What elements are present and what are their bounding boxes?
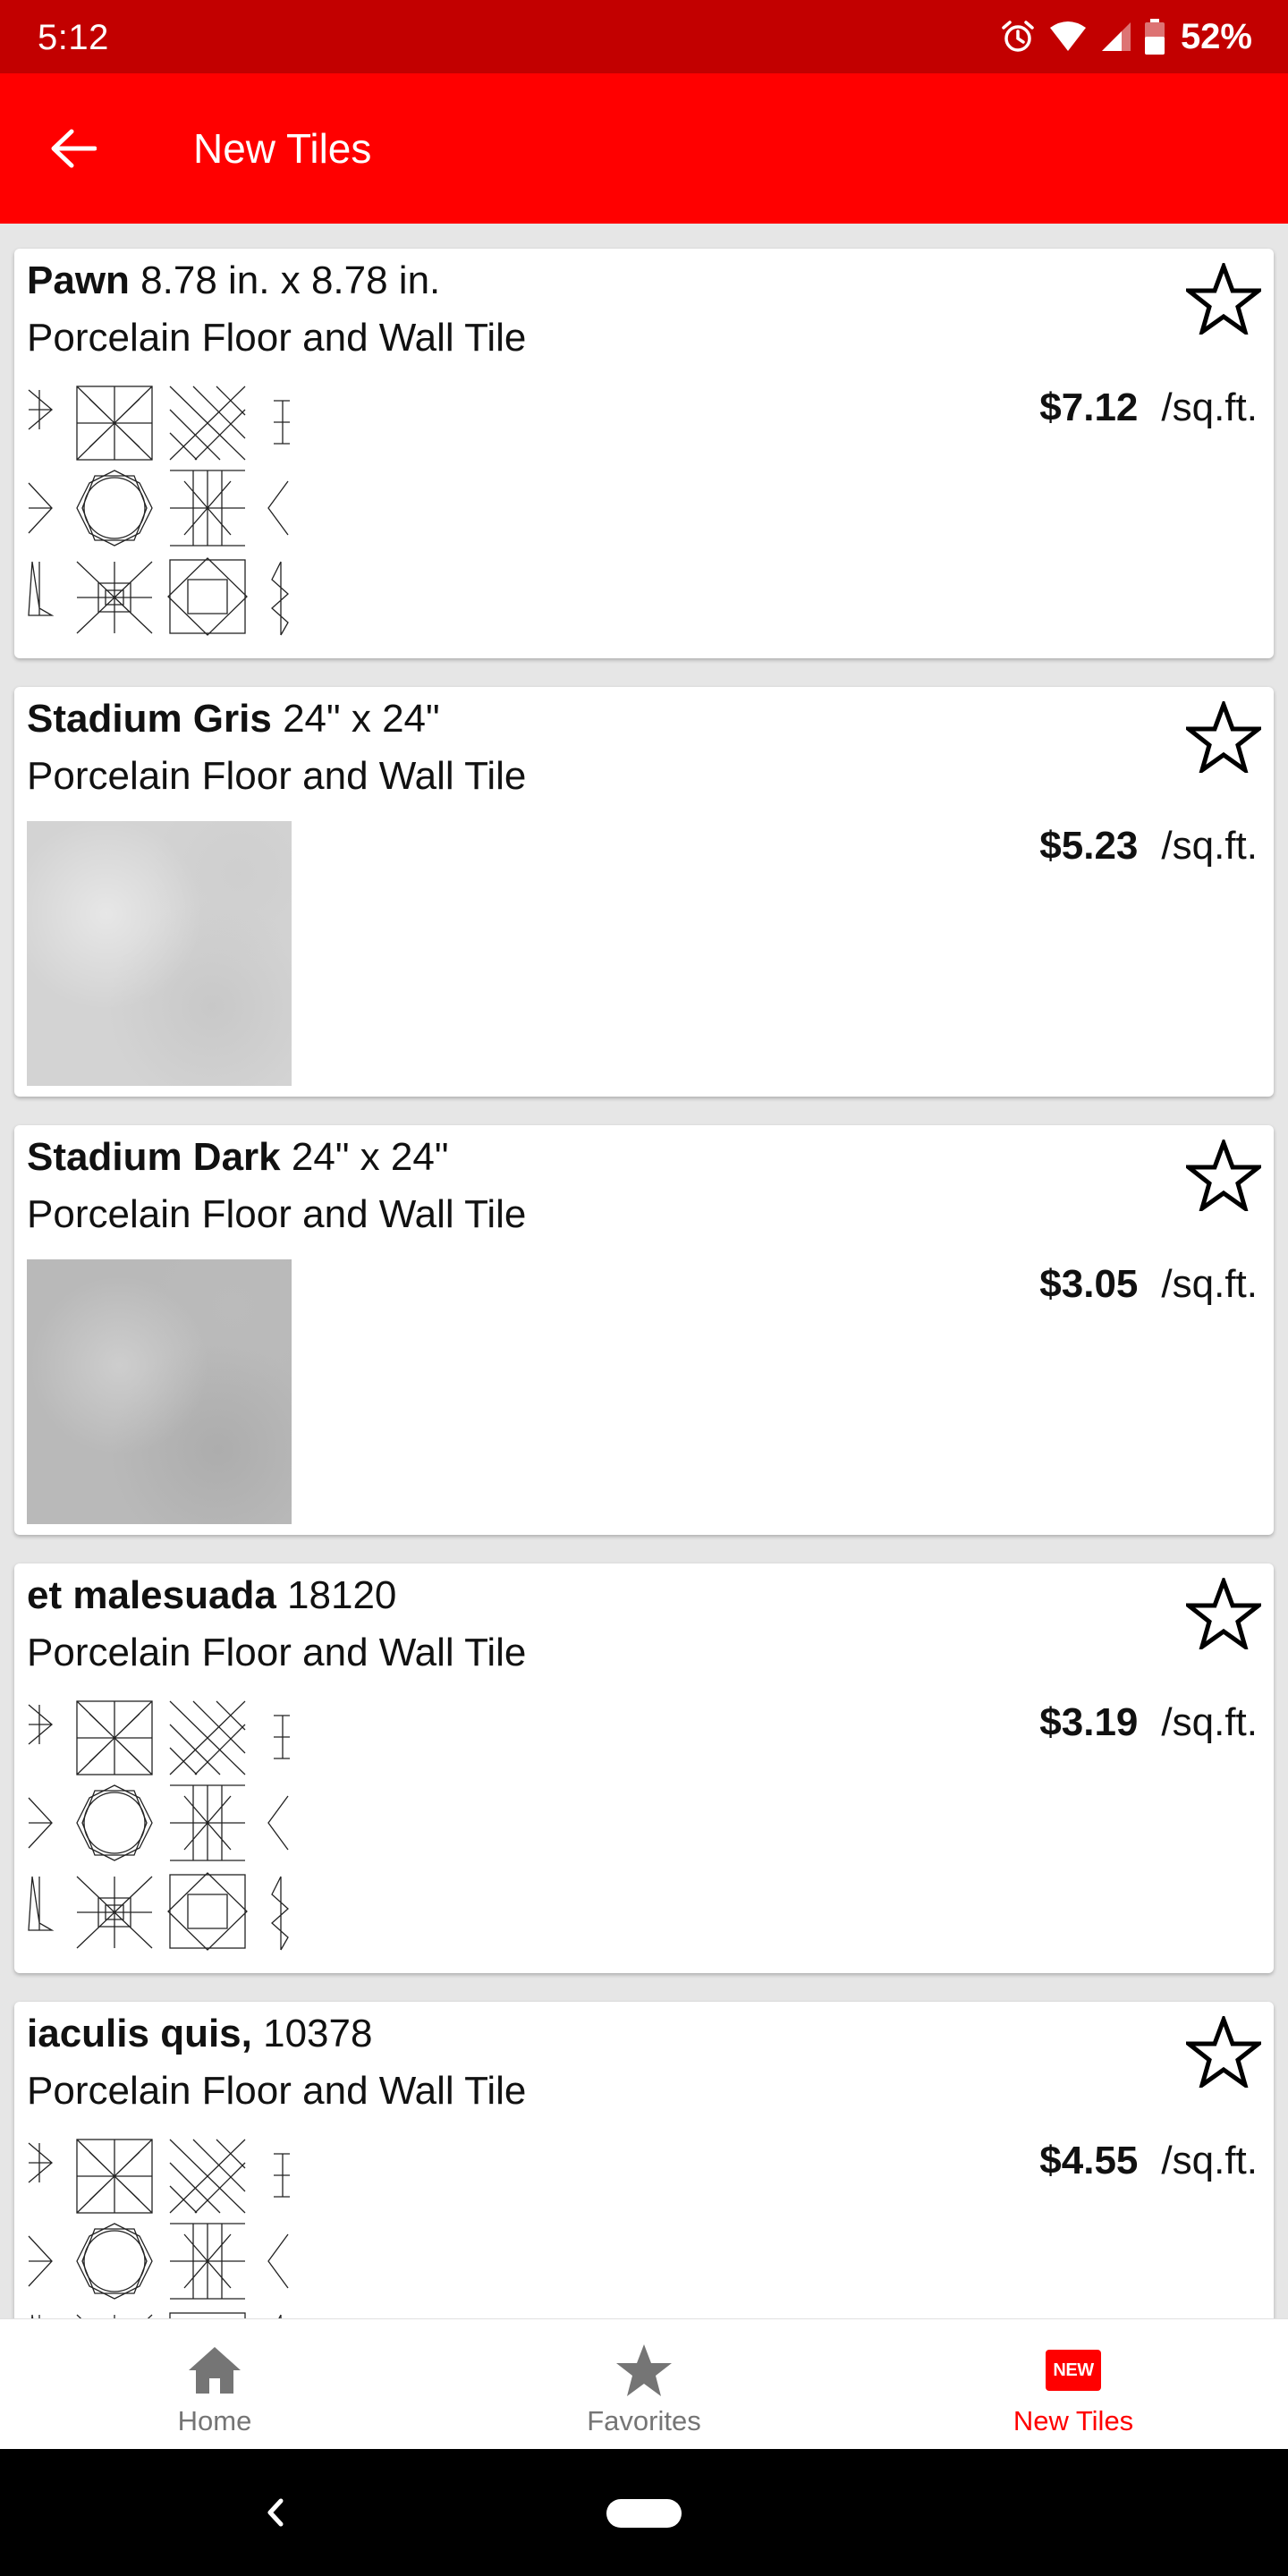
status-icons: 52% (1000, 0, 1252, 73)
product-name: Pawn (27, 258, 130, 302)
status-bar: 5:12 52% (0, 0, 1288, 73)
nav-home[interactable]: Home (0, 2319, 429, 2450)
nav-new-tiles[interactable]: NEW New Tiles (859, 2319, 1288, 2450)
product-name: Stadium Dark (27, 1135, 281, 1179)
alarm-icon (1000, 19, 1036, 55)
price-row: $3.19/sq.ft. (1039, 1696, 1258, 1750)
product-card[interactable]: iaculis quis, 10378 Porcelain Floor and … (14, 2002, 1274, 2318)
arrow-left-icon (51, 129, 97, 168)
app-bar: New Tiles (0, 73, 1288, 224)
product-card[interactable]: Stadium Gris 24" x 24" Porcelain Floor a… (14, 687, 1274, 1097)
product-size: 18120 (287, 1573, 397, 1617)
price-unit: /sq.ft. (1161, 2139, 1258, 2182)
star-icon (613, 2339, 675, 2402)
star-outline-icon (1186, 263, 1261, 335)
price-row: $7.12/sq.ft. (1039, 381, 1258, 435)
product-size: 24" x 24" (291, 1135, 449, 1179)
product-size: 24" x 24" (283, 697, 440, 741)
favorite-button[interactable] (1181, 2009, 1267, 2095)
home-pill-icon[interactable] (606, 2499, 682, 2528)
product-title: Stadium Gris 24" x 24" (27, 692, 440, 746)
product-type: Porcelain Floor and Wall Tile (27, 754, 527, 798)
star-outline-icon (1186, 2016, 1261, 2088)
product-type: Porcelain Floor and Wall Tile (27, 316, 527, 360)
product-list[interactable]: Pawn 8.78 in. x 8.78 in. Porcelain Floor… (0, 224, 1288, 2318)
star-outline-icon (1186, 1140, 1261, 1211)
product-card[interactable]: Stadium Dark 24" x 24" Porcelain Floor a… (14, 1125, 1274, 1535)
product-type: Porcelain Floor and Wall Tile (27, 2069, 527, 2113)
product-size: 10378 (263, 2012, 373, 2055)
battery-icon (1144, 19, 1165, 55)
status-time: 5:12 (38, 18, 109, 57)
nav-label: New Tiles (1013, 2405, 1134, 2436)
tile-thumbnail (27, 1259, 292, 1524)
tile-thumbnail (27, 1698, 292, 1962)
product-title: Pawn 8.78 in. x 8.78 in. (27, 254, 440, 308)
product-card[interactable]: Pawn 8.78 in. x 8.78 in. Porcelain Floor… (14, 249, 1274, 658)
product-price: $7.12 (1039, 386, 1139, 429)
nav-label: Home (177, 2405, 252, 2436)
product-type: Porcelain Floor and Wall Tile (27, 1631, 527, 1674)
bottom-nav: Home Favorites NEW New Tiles (0, 2318, 1288, 2450)
favorite-button[interactable] (1181, 1571, 1267, 1657)
product-size: 8.78 in. x 8.78 in. (140, 258, 441, 302)
product-price: $3.19 (1039, 1700, 1139, 1744)
tile-thumbnail (27, 383, 292, 648)
home-icon (183, 2339, 246, 2402)
new-badge-text: NEW (1046, 2350, 1101, 2391)
new-badge-icon: NEW (1042, 2339, 1105, 2402)
product-title: iaculis quis, 10378 (27, 2007, 372, 2061)
star-outline-icon (1186, 701, 1261, 773)
price-unit: /sq.ft. (1161, 1700, 1258, 1744)
product-price: $3.05 (1039, 1262, 1139, 1306)
price-unit: /sq.ft. (1161, 386, 1258, 429)
product-price: $4.55 (1039, 2139, 1139, 2182)
page-title: New Tiles (193, 125, 372, 172)
back-button[interactable] (39, 114, 107, 182)
nav-label: Favorites (587, 2405, 701, 2436)
favorite-button[interactable] (1181, 1132, 1267, 1218)
wifi-icon (1048, 21, 1088, 53)
product-title: et malesuada 18120 (27, 1569, 396, 1623)
product-type: Porcelain Floor and Wall Tile (27, 1192, 527, 1236)
product-card[interactable]: et malesuada 18120 Porcelain Floor and W… (14, 1563, 1274, 1973)
star-outline-icon (1186, 1578, 1261, 1649)
product-name: iaculis quis, (27, 2012, 252, 2055)
price-row: $5.23/sq.ft. (1039, 819, 1258, 873)
price-unit: /sq.ft. (1161, 1262, 1258, 1306)
system-nav-bar (0, 2449, 1288, 2576)
price-row: $3.05/sq.ft. (1039, 1258, 1258, 1311)
product-name: et malesuada (27, 1573, 276, 1617)
product-name: Stadium Gris (27, 697, 272, 741)
product-title: Stadium Dark 24" x 24" (27, 1131, 448, 1184)
favorite-button[interactable] (1181, 694, 1267, 780)
tile-thumbnail (27, 2136, 292, 2318)
nav-favorites[interactable]: Favorites (429, 2319, 859, 2450)
back-triangle-icon[interactable] (258, 2490, 293, 2535)
tile-thumbnail (27, 821, 292, 1086)
signal-icon (1100, 21, 1132, 53)
product-price: $5.23 (1039, 824, 1139, 868)
battery-percent: 52% (1180, 16, 1252, 56)
favorite-button[interactable] (1181, 256, 1267, 342)
price-row: $4.55/sq.ft. (1039, 2134, 1258, 2188)
price-unit: /sq.ft. (1161, 824, 1258, 868)
